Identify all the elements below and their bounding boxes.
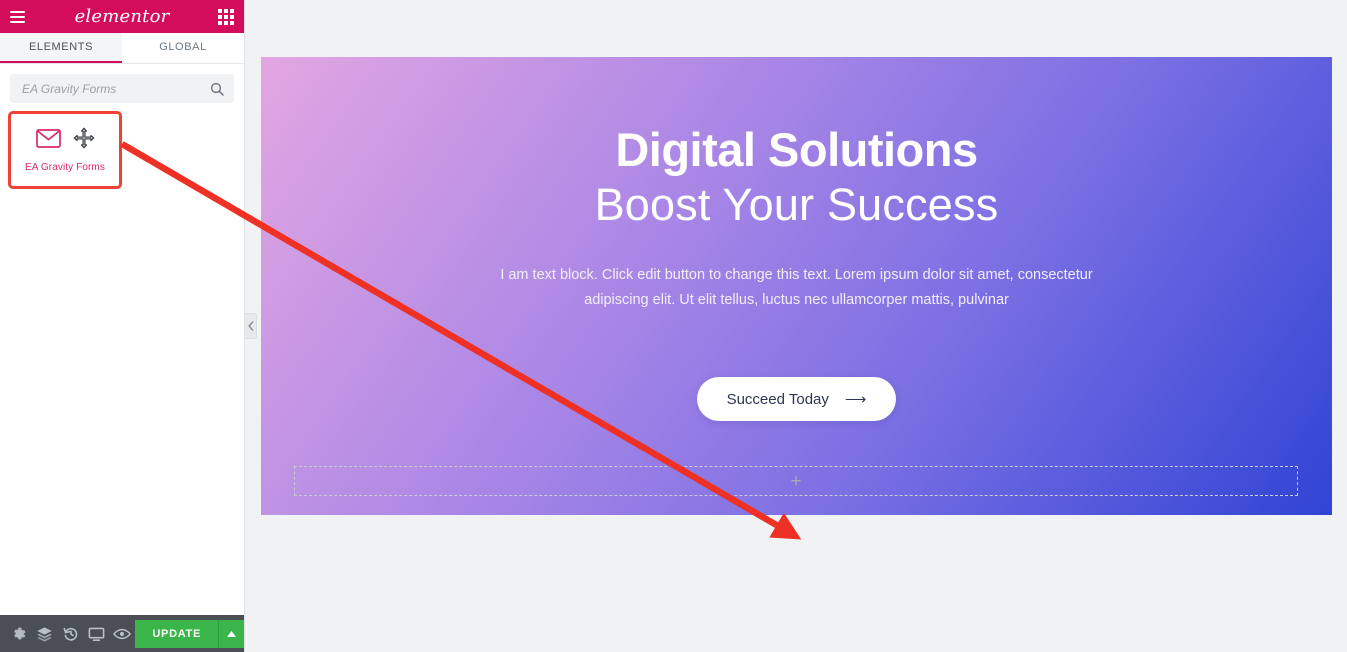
update-button-group: UPDATE xyxy=(135,619,244,648)
search-box xyxy=(10,74,234,103)
widget-icon-row xyxy=(35,127,95,154)
section-dropzone[interactable]: + xyxy=(294,466,1298,496)
apps-grid-icon[interactable] xyxy=(218,8,234,25)
history-revisions-icon[interactable] xyxy=(58,615,84,652)
move-drag-icon[interactable] xyxy=(73,127,95,154)
panel-tabs: ELEMENTS GLOBAL xyxy=(0,33,244,64)
widget-list: EA Gravity Forms xyxy=(0,111,244,615)
preview-eye-icon[interactable] xyxy=(110,615,136,652)
responsive-monitor-icon[interactable] xyxy=(84,615,110,652)
succeed-today-label: Succeed Today xyxy=(726,390,829,408)
tab-elements[interactable]: ELEMENTS xyxy=(0,33,122,63)
editor-panel: elementor ELEMENTS GLOBAL EA Gravity For… xyxy=(0,0,245,652)
hero-paragraph: I am text block. Click edit button to ch… xyxy=(500,267,1093,308)
elementor-editor: elementor ELEMENTS GLOBAL EA Gravity For… xyxy=(0,0,1347,652)
plus-icon: + xyxy=(790,470,802,492)
hamburger-menu-icon[interactable] xyxy=(0,0,34,33)
arrow-right-icon: ⟶ xyxy=(844,390,867,408)
navigator-layers-icon[interactable] xyxy=(32,615,58,652)
panel-header: elementor xyxy=(0,0,244,33)
hero-section[interactable]: Digital Solutions Boost Your Success I a… xyxy=(261,57,1332,515)
update-button[interactable]: UPDATE xyxy=(135,619,218,648)
widget-label: EA Gravity Forms xyxy=(25,162,105,173)
search-icon[interactable] xyxy=(210,82,224,96)
search-input[interactable] xyxy=(10,74,234,103)
elementor-logo: elementor xyxy=(74,6,170,27)
hero-heading-line1: Digital Solutions xyxy=(615,123,978,176)
envelope-icon xyxy=(35,128,61,153)
panel-collapse-handle[interactable] xyxy=(245,313,257,339)
widget-search-area xyxy=(0,64,244,111)
caret-up-icon[interactable] xyxy=(218,619,244,648)
widget-ea-gravity-forms[interactable]: EA Gravity Forms xyxy=(8,111,122,189)
editor-canvas: Digital Solutions Boost Your Success I a… xyxy=(245,0,1347,652)
panel-footer: UPDATE xyxy=(0,615,244,652)
hero-heading-line2: Boost Your Success xyxy=(594,179,999,230)
hero-heading: Digital Solutions Boost Your Success xyxy=(595,126,999,227)
tab-global[interactable]: GLOBAL xyxy=(122,33,244,63)
settings-gear-icon[interactable] xyxy=(6,615,32,652)
succeed-today-button[interactable]: Succeed Today ⟶ xyxy=(696,377,897,421)
